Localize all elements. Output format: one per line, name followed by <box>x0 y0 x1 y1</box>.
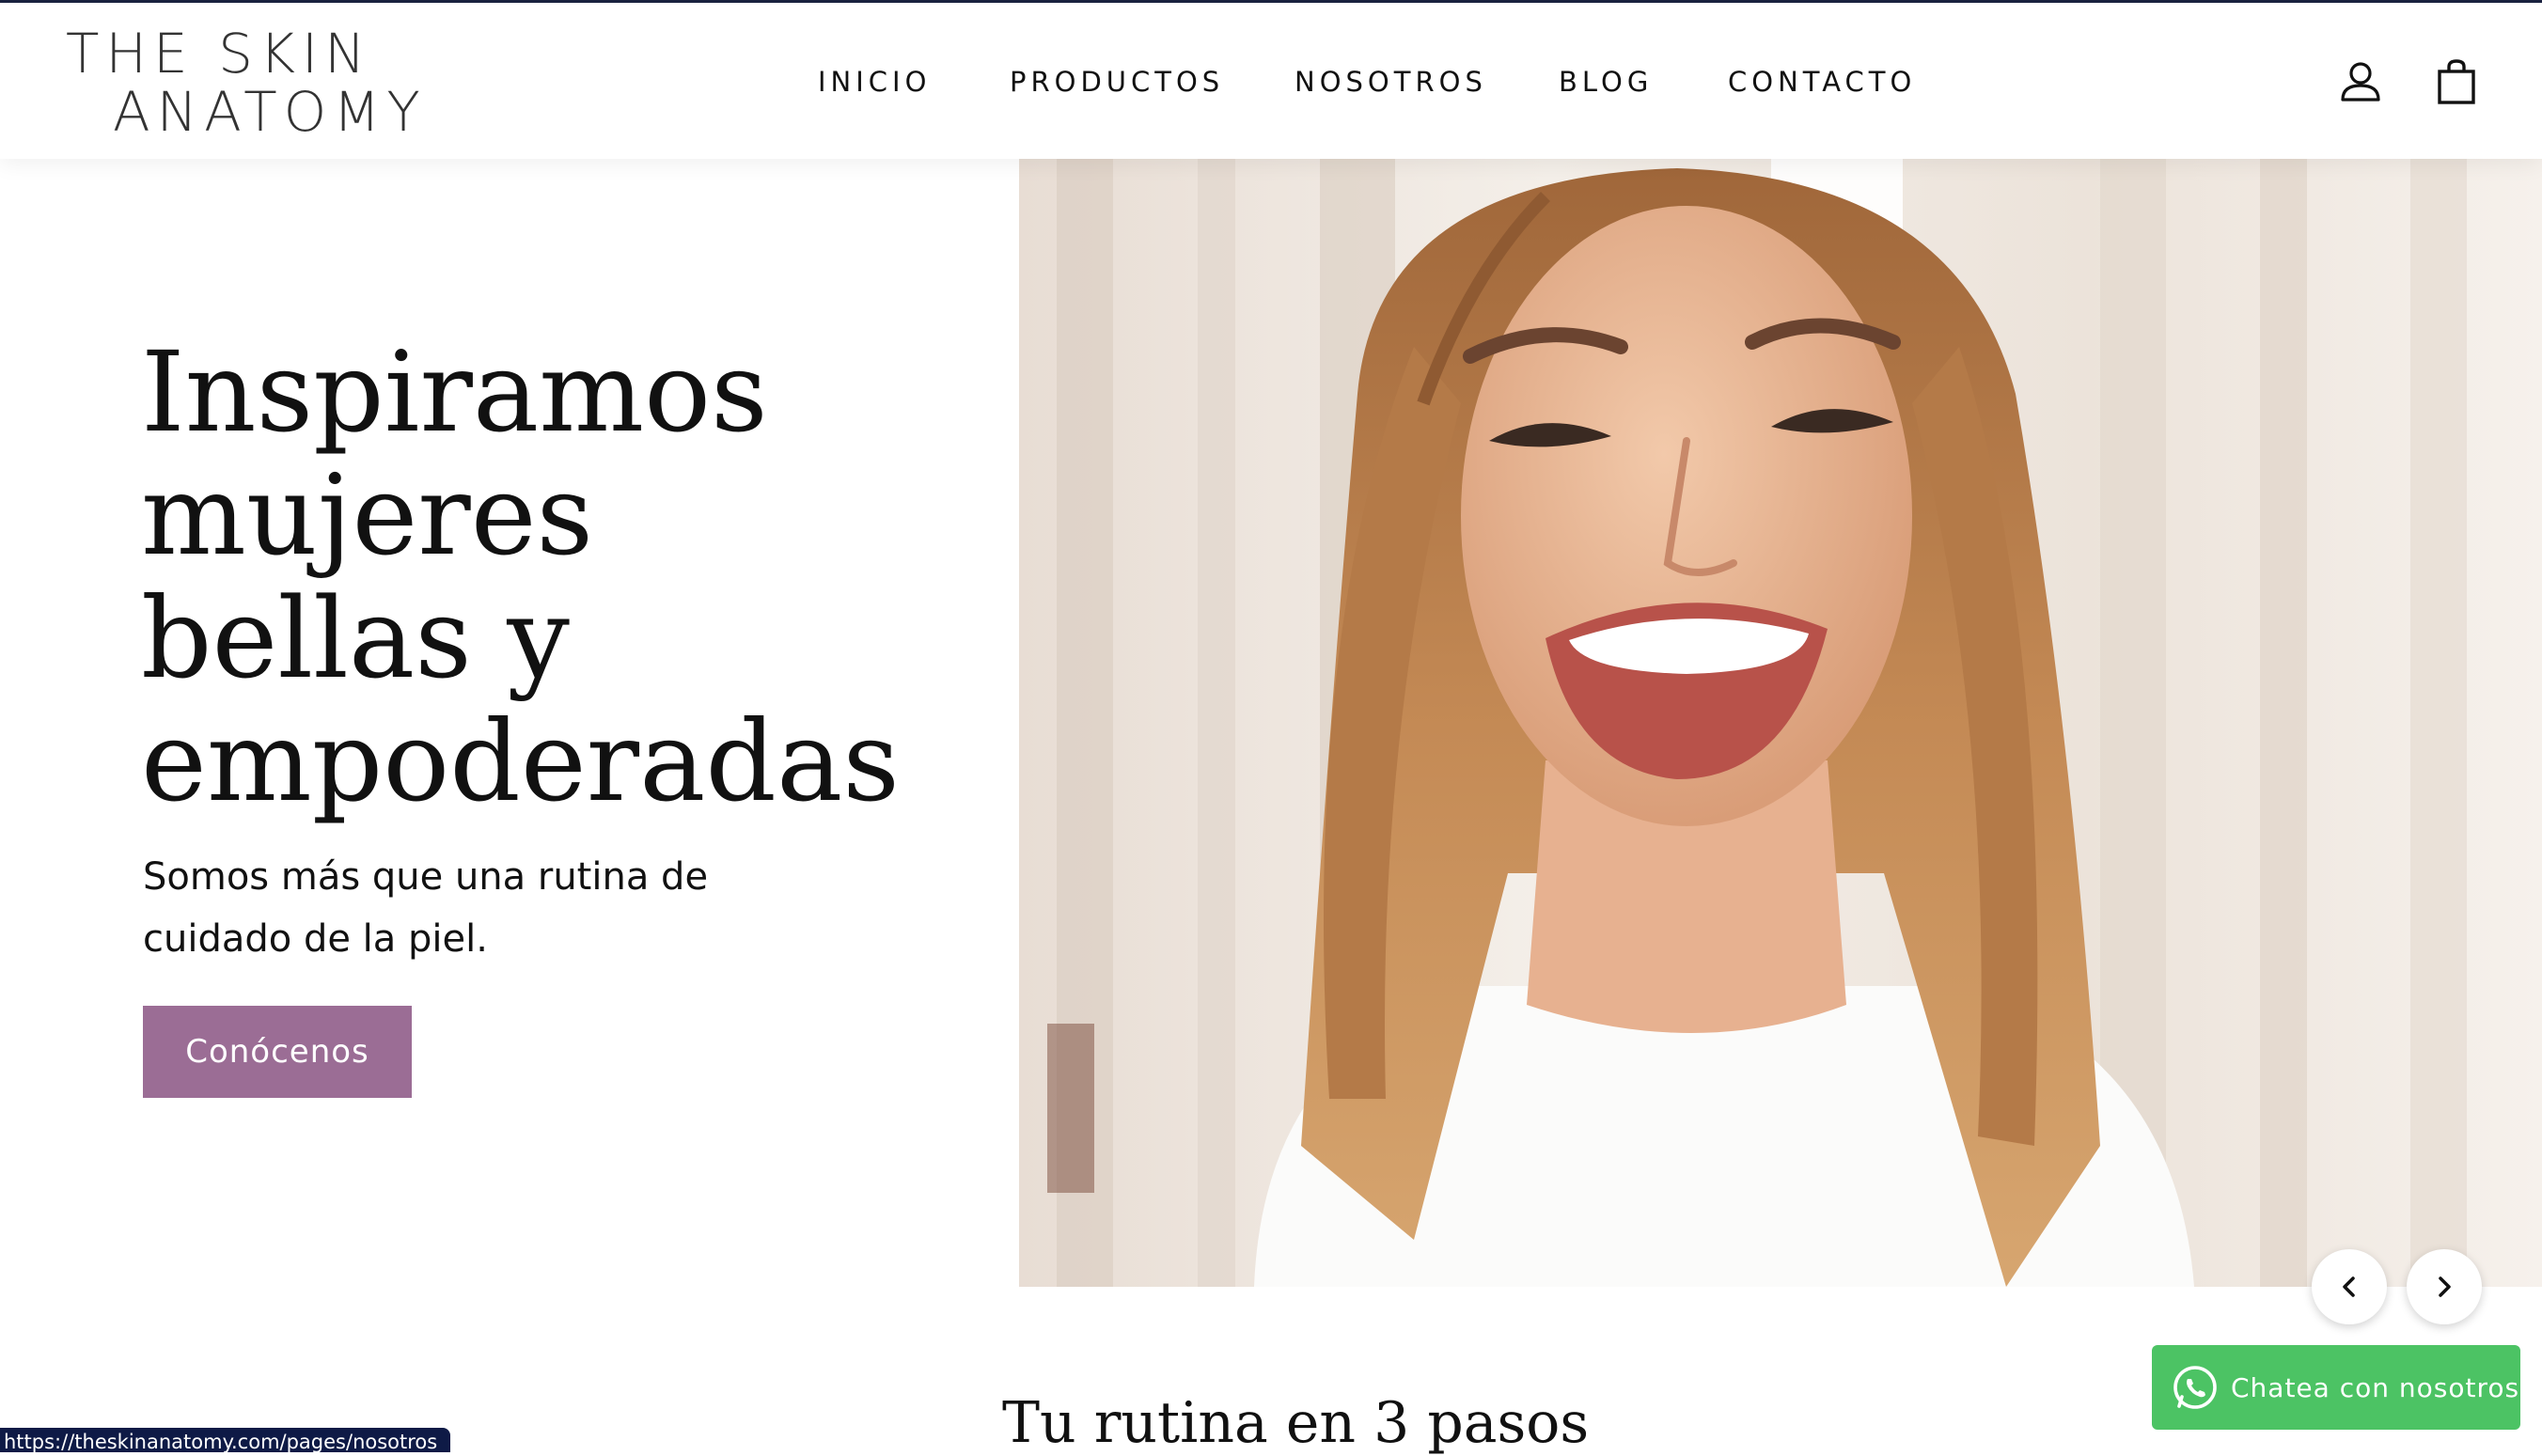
site-logo[interactable]: THE SKIN ANATOMY <box>66 22 461 144</box>
headline-line: empoderadas <box>141 697 900 826</box>
chat-label: Chatea con nosotros <box>2231 1371 2520 1403</box>
chevron-right-icon <box>2439 1276 2451 1297</box>
carousel-next-button[interactable] <box>2407 1249 2482 1324</box>
headline-line: mujeres <box>141 450 594 580</box>
nav-inicio[interactable]: INICIO <box>818 61 931 102</box>
status-bar-url: https://theskinanatomy.com/pages/nosotro… <box>0 1428 451 1452</box>
hero-subtext: Somos más que una rutina de cuidado de l… <box>143 846 801 970</box>
nav-productos[interactable]: PRODUCTOS <box>1010 61 1224 102</box>
nav-blog[interactable]: BLOG <box>1559 61 1653 102</box>
chevron-left-icon <box>2343 1276 2355 1297</box>
user-icon[interactable] <box>2334 55 2387 108</box>
carousel-prev-button[interactable] <box>2312 1249 2387 1324</box>
shopping-bag-icon[interactable] <box>2430 55 2483 108</box>
logo-line-1: THE SKIN <box>66 22 372 86</box>
nav-contacto[interactable]: CONTACTO <box>1728 61 1916 102</box>
section-title: Tu rutina en 3 pasos <box>1002 1390 1590 1456</box>
hero-headline: Inspiramos mujeres bellas y empoderadas <box>141 331 987 823</box>
logo-line-2: ANATOMY <box>113 80 427 144</box>
subtext-line: Somos más que una rutina de <box>143 855 709 899</box>
conocenos-button[interactable]: Conócenos <box>143 1006 412 1098</box>
whatsapp-chat-button[interactable]: Chatea con nosotros <box>2152 1345 2520 1430</box>
hero-image <box>1019 159 2542 1287</box>
subtext-line: cuidado de la piel. <box>143 917 488 961</box>
nav-nosotros[interactable]: NOSOTROS <box>1295 61 1487 102</box>
headline-line: Inspiramos <box>141 327 768 457</box>
whatsapp-icon <box>2173 1366 2217 1409</box>
headline-line: bellas y <box>141 573 570 703</box>
site-header: THE SKIN ANATOMY INICIO PRODUCTOS NOSOTR… <box>0 3 2542 159</box>
